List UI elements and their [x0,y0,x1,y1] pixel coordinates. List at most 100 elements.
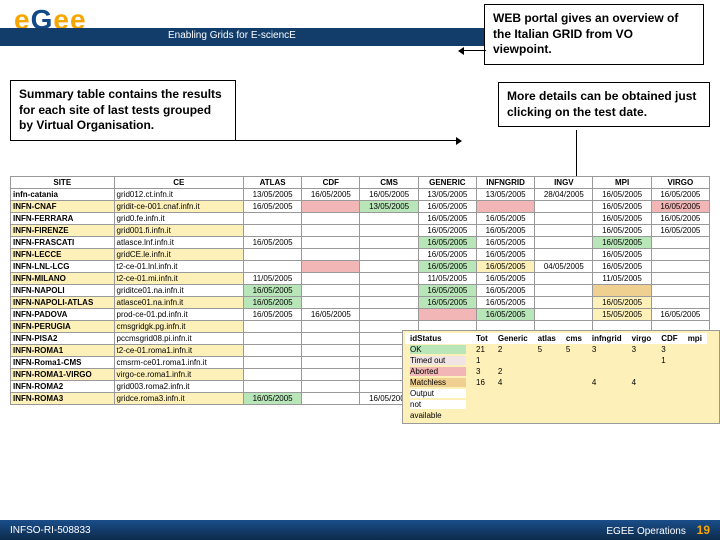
cell-date [302,237,360,249]
legend-val [587,410,627,421]
cell-date[interactable]: 16/05/2005 [476,213,534,225]
cell-date[interactable]: 16/05/2005 [651,201,709,213]
cell-date[interactable]: 16/05/2005 [593,297,651,309]
cell-date[interactable]: 16/05/2005 [476,249,534,261]
cell-site: infn-catania [11,189,115,201]
cell-date[interactable]: 16/05/2005 [593,261,651,273]
table-row: infn-cataniagrid012.ct.infn.it13/05/2005… [11,189,710,201]
cell-date[interactable]: 04/05/2005 [535,261,593,273]
cell-date [302,225,360,237]
cell-date[interactable]: 16/05/2005 [243,201,301,213]
cell-date[interactable]: 13/05/2005 [243,189,301,201]
col-header: ATLAS [243,177,301,189]
cell-ce: prod-ce-01.pd.infn.it [114,309,243,321]
legend-row: not [405,399,717,410]
cell-date [243,369,301,381]
cell-date[interactable]: 16/05/2005 [418,201,476,213]
cell-date[interactable]: 16/05/2005 [593,201,651,213]
legend-val [471,410,493,421]
cell-date[interactable]: 16/05/2005 [360,189,418,201]
cell-date[interactable]: 11/05/2005 [243,273,301,285]
cell-date[interactable]: 16/05/2005 [476,273,534,285]
legend-table: idStatusTotGenericatlascmsinfngridvirgoC… [405,333,717,421]
legend-val [656,399,682,410]
cell-ce: atlasce01.na.infn.it [114,297,243,309]
cell-date [535,249,593,261]
cell-date[interactable]: 16/05/2005 [593,189,651,201]
cell-date[interactable]: 16/05/2005 [476,285,534,297]
legend-status: Output [405,388,471,399]
cell-date[interactable]: 11/05/2005 [418,273,476,285]
legend-val [656,410,682,421]
cell-date[interactable]: 16/05/2005 [476,297,534,309]
cell-date[interactable]: 16/05/2005 [418,225,476,237]
cell-site: INFN-PADOVA [11,309,115,321]
legend-val [533,410,561,421]
cell-date[interactable]: 16/05/2005 [418,261,476,273]
cell-date[interactable]: 16/05/2005 [302,189,360,201]
legend-val [683,366,707,377]
cell-date [302,273,360,285]
cell-date[interactable]: 16/05/2005 [418,297,476,309]
cell-site: INFN-ROMA1 [11,345,115,357]
cell-date[interactable]: 11/05/2005 [593,273,651,285]
cell-date[interactable]: 16/05/2005 [418,213,476,225]
legend-row: Aborted32 [405,366,717,377]
cell-site: INFN-MILANO [11,273,115,285]
cell-date[interactable]: 16/05/2005 [418,285,476,297]
cell-date[interactable]: 16/05/2005 [476,261,534,273]
legend-val: 3 [627,344,657,355]
cell-site: INFN-ROMA1-VIRGO [11,369,115,381]
cell-date[interactable]: 13/05/2005 [476,189,534,201]
legend-header: infngrid [587,333,627,344]
legend-val: 4 [493,377,533,388]
table-row: INFN-MILANOt2-ce-01.mi.infn.it11/05/2005… [11,273,710,285]
cell-date[interactable]: 16/05/2005 [476,237,534,249]
cell-date[interactable]: 16/05/2005 [243,237,301,249]
legend-row: OK21255333 [405,344,717,355]
cell-date[interactable]: 16/05/2005 [593,249,651,261]
cell-date[interactable]: 16/05/2005 [418,237,476,249]
legend-val [707,355,717,366]
legend-header: idStatus [405,333,471,344]
cell-date[interactable]: 16/05/2005 [243,297,301,309]
legend-val: 3 [656,344,682,355]
legend-row: Output [405,388,717,399]
legend-val [561,410,587,421]
cell-ce: cmsrm-ce01.roma1.infn.it [114,357,243,369]
cell-date[interactable]: 16/05/2005 [651,189,709,201]
legend-val [587,388,627,399]
cell-ce: atlasce.lnf.infn.it [114,237,243,249]
legend-status: available [405,410,471,421]
cell-date [243,321,301,333]
cell-date[interactable]: 16/05/2005 [476,309,534,321]
cell-date[interactable]: 16/05/2005 [651,309,709,321]
cell-date[interactable]: 16/05/2005 [476,225,534,237]
cell-date[interactable]: 13/05/2005 [418,189,476,201]
cell-date[interactable]: 16/05/2005 [418,249,476,261]
cell-date [360,273,418,285]
legend-val [683,344,707,355]
cell-date[interactable]: 15/05/2005 [593,309,651,321]
cell-date [302,357,360,369]
legend-val [683,399,707,410]
legend-val [707,399,717,410]
cell-date[interactable]: 16/05/2005 [593,237,651,249]
legend-val [627,366,657,377]
cell-ce: cmsgridgk.pg.infn.it [114,321,243,333]
table-row: INFN-LNL-LCGt2-ce-01.lnl.infn.it16/05/20… [11,261,710,273]
cell-date[interactable]: 16/05/2005 [302,309,360,321]
cell-date[interactable]: 16/05/2005 [651,213,709,225]
cell-site: INFN-NAPOLI [11,285,115,297]
cell-date[interactable]: 16/05/2005 [243,309,301,321]
cell-date[interactable]: 16/05/2005 [243,393,301,405]
cell-date [302,201,360,213]
legend-status: not [405,399,471,410]
cell-date[interactable]: 28/04/2005 [535,189,593,201]
cell-date[interactable]: 16/05/2005 [593,225,651,237]
cell-date[interactable]: 16/05/2005 [593,213,651,225]
cell-date[interactable]: 13/05/2005 [360,201,418,213]
cell-date[interactable]: 16/05/2005 [651,225,709,237]
cell-date[interactable]: 16/05/2005 [243,285,301,297]
legend-val: 1 [656,355,682,366]
